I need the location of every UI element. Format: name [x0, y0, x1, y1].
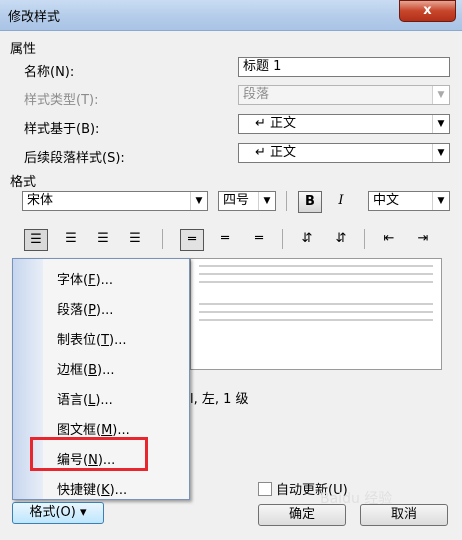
language-value: 中文: [373, 193, 400, 208]
following-style-select[interactable]: ↵ 正文 ▼: [238, 143, 450, 163]
language-select[interactable]: 中文 ▼: [368, 191, 450, 211]
justify-icon[interactable]: ☰: [124, 229, 146, 249]
name-label: 名称(N):: [24, 65, 75, 80]
based-on-label: 样式基于(B):: [24, 122, 100, 137]
double-spacing-icon[interactable]: ═: [248, 229, 270, 249]
chevron-down-icon[interactable]: ▼: [190, 192, 207, 210]
size-select[interactable]: 四号 ▼: [218, 191, 276, 211]
separator: [162, 229, 163, 249]
following-style-value: ↵ 正文: [255, 145, 297, 160]
space-after-icon[interactable]: ⇵: [330, 229, 352, 249]
one-half-spacing-icon[interactable]: ═: [214, 229, 236, 249]
format-dropdown-button[interactable]: 格式(O) ▾: [12, 502, 104, 524]
align-center-icon[interactable]: ☰: [60, 229, 82, 249]
menu-item-frame[interactable]: 图文框(M)...: [57, 419, 130, 438]
space-before-icon[interactable]: ⇵: [296, 229, 318, 249]
increase-indent-icon[interactable]: ⇥: [412, 229, 434, 249]
italic-button[interactable]: I: [330, 191, 352, 211]
bold-button[interactable]: B: [298, 191, 322, 213]
preview-line: [199, 273, 433, 275]
separator: [286, 191, 287, 211]
single-spacing-icon[interactable]: ═: [180, 229, 204, 251]
following-style-label: 后续段落样式(S):: [24, 151, 125, 166]
preview-line: [199, 281, 433, 283]
menu-item-paragraph[interactable]: 段落(P)...: [57, 299, 113, 318]
window-title: 修改样式: [8, 10, 61, 25]
separator: [364, 229, 365, 249]
menu-item-shortcut[interactable]: 快捷键(K)...: [57, 479, 127, 498]
highlight-box: [30, 437, 148, 471]
size-value: 四号: [223, 193, 250, 208]
style-preview: [190, 258, 442, 370]
style-type-value: 段落: [243, 87, 270, 102]
align-left-icon[interactable]: ☰: [24, 229, 48, 251]
chevron-down-icon[interactable]: ▼: [432, 115, 449, 133]
chevron-down-icon[interactable]: ▼: [432, 192, 449, 210]
preview-line: [199, 311, 433, 313]
menu-item-font[interactable]: 字体(F)...: [57, 269, 113, 288]
chevron-down-icon: ▼: [432, 86, 449, 104]
based-on-select[interactable]: ↵ 正文 ▼: [238, 114, 450, 134]
font-select[interactable]: 宋体 ▼: [22, 191, 208, 211]
align-right-icon[interactable]: ☰: [92, 229, 114, 249]
chevron-down-icon[interactable]: ▼: [258, 192, 275, 210]
based-on-value: ↵ 正文: [255, 116, 297, 131]
font-value: 宋体: [27, 193, 54, 208]
decrease-indent-icon[interactable]: ⇤: [378, 229, 400, 249]
style-type-label: 样式类型(T):: [24, 93, 99, 108]
properties-section-label: 属性: [10, 42, 37, 57]
separator: [282, 229, 283, 249]
format-section-label: 格式: [10, 175, 37, 190]
style-type-select: 段落 ▼: [238, 85, 450, 105]
chevron-down-icon[interactable]: ▼: [432, 144, 449, 162]
title-bar: [0, 0, 462, 31]
preview-line: [199, 303, 433, 305]
menu-item-tabs[interactable]: 制表位(T)...: [57, 329, 127, 348]
name-value: 标题 1: [243, 59, 282, 74]
preview-line: [199, 265, 433, 267]
auto-update-checkbox[interactable]: [258, 482, 272, 496]
preview-line: [199, 319, 433, 321]
style-description: l, 左, 1 级: [190, 392, 249, 407]
menu-item-border[interactable]: 边框(B)...: [57, 359, 114, 378]
name-input[interactable]: 标题 1: [238, 57, 450, 77]
watermark: Baidu 经验: [320, 491, 393, 507]
close-button[interactable]: x: [399, 0, 456, 22]
menu-item-language[interactable]: 语言(L)...: [57, 389, 113, 408]
